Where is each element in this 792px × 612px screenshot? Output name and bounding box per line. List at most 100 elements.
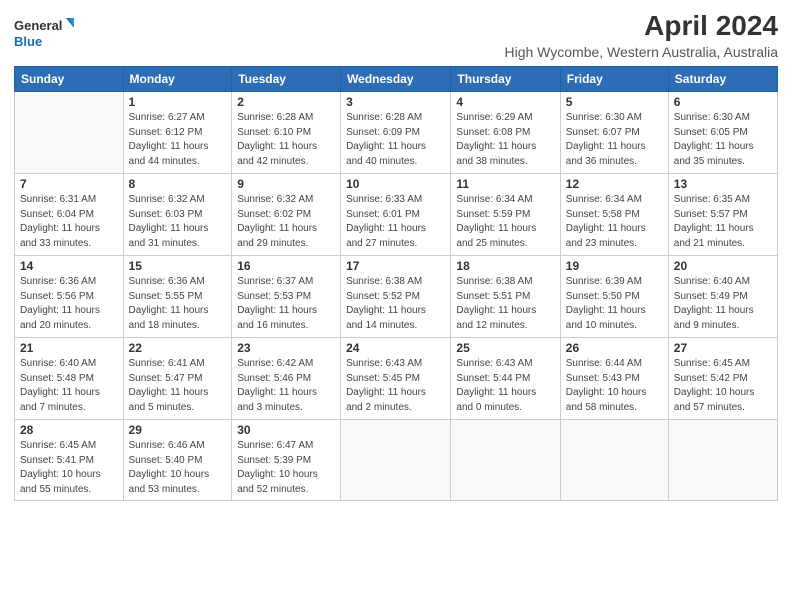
day-number: 21: [20, 341, 118, 355]
day-number: 24: [346, 341, 445, 355]
calendar-day-cell: [560, 420, 668, 501]
day-number: 3: [346, 95, 445, 109]
day-number: 10: [346, 177, 445, 191]
calendar-day-cell: [15, 92, 124, 174]
col-sunday: Sunday: [15, 67, 124, 92]
calendar-week-row: 28Sunrise: 6:45 AMSunset: 5:41 PMDayligh…: [15, 420, 778, 501]
calendar-day-cell: 4 Sunrise: 6:29 AMSunset: 6:08 PMDaylight…: [451, 92, 560, 174]
calendar-day-cell: 23 Sunrise: 6:42 AMSunset: 5:46 PMDayligh…: [232, 338, 341, 420]
calendar-day-cell: 21 Sunrise: 6:40 AMSunset: 5:48 PMDayligh…: [15, 338, 124, 420]
calendar-week-row: 1 Sunrise: 6:27 AMSunset: 6:12 PMDaylight…: [15, 92, 778, 174]
calendar-day-cell: 12 Sunrise: 6:34 AMSunset: 5:58 PMDayligh…: [560, 174, 668, 256]
header: General Blue April 2024 High Wycombe, We…: [14, 10, 778, 60]
day-info: Sunrise: 6:32 AMSunset: 6:03 PMDaylight:…: [129, 193, 227, 251]
col-tuesday: Tuesday: [232, 67, 341, 92]
day-number: 28: [20, 423, 118, 437]
calendar-day-cell: 15 Sunrise: 6:36 AMSunset: 5:55 PMDayligh…: [123, 256, 232, 338]
day-number: 25: [456, 341, 554, 355]
day-number: 8: [129, 177, 227, 191]
calendar-week-row: 21 Sunrise: 6:40 AMSunset: 5:48 PMDayligh…: [15, 338, 778, 420]
calendar-day-cell: [451, 420, 560, 501]
day-info: Sunrise: 6:45 AMSunset: 5:42 PMDaylight:…: [674, 357, 772, 415]
day-info: Sunrise: 6:47 AMSunset: 5:39 PMDaylight:…: [237, 439, 335, 497]
calendar-day-cell: 22Sunrise: 6:41 AMSunset: 5:47 PMDayligh…: [123, 338, 232, 420]
day-number: 13: [674, 177, 772, 191]
col-saturday: Saturday: [668, 67, 777, 92]
day-number: 23: [237, 341, 335, 355]
calendar-week-row: 7 Sunrise: 6:31 AMSunset: 6:04 PMDaylight…: [15, 174, 778, 256]
day-info: Sunrise: 6:43 AMSunset: 5:45 PMDaylight:…: [346, 357, 445, 415]
day-number: 12: [566, 177, 663, 191]
day-info: Sunrise: 6:31 AMSunset: 6:04 PMDaylight:…: [20, 193, 118, 251]
day-number: 29: [129, 423, 227, 437]
day-number: 26: [566, 341, 663, 355]
day-number: 1: [129, 95, 227, 109]
calendar-header-row: Sunday Monday Tuesday Wednesday Thursday…: [15, 67, 778, 92]
day-number: 6: [674, 95, 772, 109]
day-number: 14: [20, 259, 118, 273]
calendar-day-cell: 30 Sunrise: 6:47 AMSunset: 5:39 PMDayligh…: [232, 420, 341, 501]
day-info: Sunrise: 6:27 AMSunset: 6:12 PMDaylight:…: [129, 111, 227, 169]
day-info: Sunrise: 6:30 AMSunset: 6:05 PMDaylight:…: [674, 111, 772, 169]
calendar-day-cell: 16Sunrise: 6:37 AMSunset: 5:53 PMDayligh…: [232, 256, 341, 338]
day-number: 30: [237, 423, 335, 437]
day-info: Sunrise: 6:34 AMSunset: 5:58 PMDaylight:…: [566, 193, 663, 251]
logo: General Blue: [14, 14, 74, 50]
day-number: 2: [237, 95, 335, 109]
day-info: Sunrise: 6:32 AMSunset: 6:02 PMDaylight:…: [237, 193, 335, 251]
col-friday: Friday: [560, 67, 668, 92]
calendar-day-cell: 17 Sunrise: 6:38 AMSunset: 5:52 PMDayligh…: [341, 256, 451, 338]
calendar-day-cell: 7 Sunrise: 6:31 AMSunset: 6:04 PMDaylight…: [15, 174, 124, 256]
day-info: Sunrise: 6:43 AMSunset: 5:44 PMDaylight:…: [456, 357, 554, 415]
col-wednesday: Wednesday: [341, 67, 451, 92]
calendar-day-cell: 26 Sunrise: 6:44 AMSunset: 5:43 PMDayligh…: [560, 338, 668, 420]
subtitle: High Wycombe, Western Australia, Austral…: [504, 44, 778, 60]
day-number: 17: [346, 259, 445, 273]
day-number: 9: [237, 177, 335, 191]
day-number: 4: [456, 95, 554, 109]
day-info: Sunrise: 6:36 AMSunset: 5:55 PMDaylight:…: [129, 275, 227, 333]
calendar-day-cell: 24 Sunrise: 6:43 AMSunset: 5:45 PMDayligh…: [341, 338, 451, 420]
calendar-table: Sunday Monday Tuesday Wednesday Thursday…: [14, 66, 778, 501]
calendar-day-cell: 18Sunrise: 6:38 AMSunset: 5:51 PMDayligh…: [451, 256, 560, 338]
calendar-day-cell: 19Sunrise: 6:39 AMSunset: 5:50 PMDayligh…: [560, 256, 668, 338]
page: General Blue April 2024 High Wycombe, We…: [0, 0, 792, 612]
day-info: Sunrise: 6:35 AMSunset: 5:57 PMDaylight:…: [674, 193, 772, 251]
day-number: 20: [674, 259, 772, 273]
title-block: April 2024 High Wycombe, Western Austral…: [504, 10, 778, 60]
day-number: 7: [20, 177, 118, 191]
day-info: Sunrise: 6:29 AMSunset: 6:08 PMDaylight:…: [456, 111, 554, 169]
calendar-day-cell: 6 Sunrise: 6:30 AMSunset: 6:05 PMDaylight…: [668, 92, 777, 174]
day-info: Sunrise: 6:38 AMSunset: 5:52 PMDaylight:…: [346, 275, 445, 333]
calendar-day-cell: 10 Sunrise: 6:33 AMSunset: 6:01 PMDayligh…: [341, 174, 451, 256]
col-monday: Monday: [123, 67, 232, 92]
day-info: Sunrise: 6:44 AMSunset: 5:43 PMDaylight:…: [566, 357, 663, 415]
day-info: Sunrise: 6:28 AMSunset: 6:10 PMDaylight:…: [237, 111, 335, 169]
day-number: 22: [129, 341, 227, 355]
day-info: Sunrise: 6:40 AMSunset: 5:48 PMDaylight:…: [20, 357, 118, 415]
day-number: 27: [674, 341, 772, 355]
calendar-day-cell: 20 Sunrise: 6:40 AMSunset: 5:49 PMDayligh…: [668, 256, 777, 338]
day-info: Sunrise: 6:36 AMSunset: 5:56 PMDaylight:…: [20, 275, 118, 333]
day-number: 11: [456, 177, 554, 191]
calendar-day-cell: 2 Sunrise: 6:28 AMSunset: 6:10 PMDaylight…: [232, 92, 341, 174]
calendar-day-cell: 14 Sunrise: 6:36 AMSunset: 5:56 PMDayligh…: [15, 256, 124, 338]
calendar-day-cell: 5 Sunrise: 6:30 AMSunset: 6:07 PMDaylight…: [560, 92, 668, 174]
day-info: Sunrise: 6:33 AMSunset: 6:01 PMDaylight:…: [346, 193, 445, 251]
day-info: Sunrise: 6:39 AMSunset: 5:50 PMDaylight:…: [566, 275, 663, 333]
calendar-day-cell: 9 Sunrise: 6:32 AMSunset: 6:02 PMDaylight…: [232, 174, 341, 256]
day-info: Sunrise: 6:30 AMSunset: 6:07 PMDaylight:…: [566, 111, 663, 169]
calendar-day-cell: 11Sunrise: 6:34 AMSunset: 5:59 PMDayligh…: [451, 174, 560, 256]
day-number: 15: [129, 259, 227, 273]
day-number: 5: [566, 95, 663, 109]
calendar-day-cell: 1 Sunrise: 6:27 AMSunset: 6:12 PMDaylight…: [123, 92, 232, 174]
calendar-day-cell: [668, 420, 777, 501]
calendar-day-cell: 25 Sunrise: 6:43 AMSunset: 5:44 PMDayligh…: [451, 338, 560, 420]
calendar-day-cell: 27 Sunrise: 6:45 AMSunset: 5:42 PMDayligh…: [668, 338, 777, 420]
day-info: Sunrise: 6:42 AMSunset: 5:46 PMDaylight:…: [237, 357, 335, 415]
day-info: Sunrise: 6:40 AMSunset: 5:49 PMDaylight:…: [674, 275, 772, 333]
logo-svg: General Blue: [14, 14, 74, 50]
day-number: 16: [237, 259, 335, 273]
calendar-day-cell: 28Sunrise: 6:45 AMSunset: 5:41 PMDayligh…: [15, 420, 124, 501]
calendar-day-cell: 13 Sunrise: 6:35 AMSunset: 5:57 PMDayligh…: [668, 174, 777, 256]
